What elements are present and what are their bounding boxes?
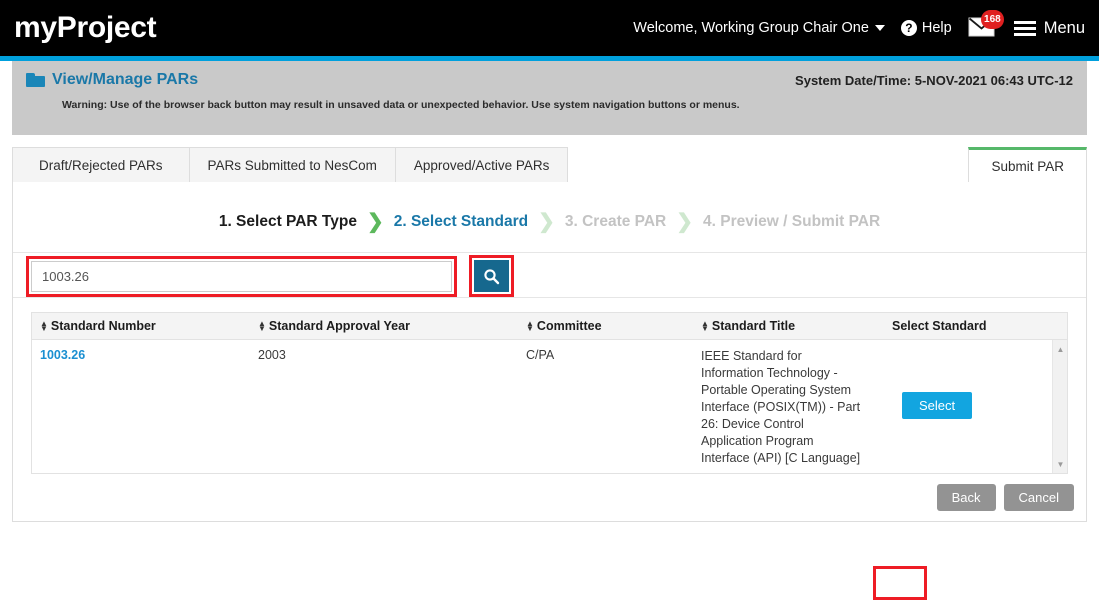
panel-footer: Back Cancel <box>936 484 1074 511</box>
cell-standard-title: IEEE Standard for Information Technology… <box>701 349 861 465</box>
tab-draft-rejected-pars[interactable]: Draft/Rejected PARs <box>12 147 189 183</box>
tab-label: Draft/Rejected PARs <box>39 157 163 173</box>
table-header-row: ▲ ▼ Standard Number ▲ ▼ Standard Approval … <box>31 312 1068 340</box>
tab-pars-submitted-to-nescom[interactable]: PARs Submitted to NesCom <box>188 147 395 183</box>
help-label: Help <box>921 20 952 36</box>
sort-icon: ▲ ▼ <box>40 319 48 333</box>
menu-label: Menu <box>1043 18 1085 37</box>
app-header: myProject Welcome, Working Group Chair O… <box>0 0 1099 56</box>
column-header-label: Standard Approval Year <box>268 319 410 333</box>
wizard-step-4: 4. Preview / Submit PAR <box>703 213 881 230</box>
wizard-step-2[interactable]: 2. Select Standard <box>394 213 528 231</box>
wizard-steps: 1. Select PAR Type ❯ 2. Select Standard … <box>13 212 1086 232</box>
chevron-right-icon: ❯ <box>538 211 555 233</box>
search-icon <box>484 268 500 284</box>
column-header-committee[interactable]: ▲ ▼ Committee <box>518 319 693 333</box>
column-header-standard-approval-year[interactable]: ▲ ▼ Standard Approval Year <box>250 319 518 333</box>
standards-table: ▲ ▼ Standard Number ▲ ▼ Standard Approval … <box>31 312 1068 474</box>
tab-approved-active-pars[interactable]: Approved/Active PARs <box>394 147 569 183</box>
search-input-value: 1003.26 <box>42 269 89 284</box>
question-circle-icon: ? <box>900 20 917 36</box>
column-header-label: Select Standard <box>892 319 987 333</box>
sort-icon: ▲ ▼ <box>526 319 534 333</box>
table-row: 1003.26 2003 C/PA IEEE Standard for Info… <box>32 340 1067 467</box>
tab-label: Approved/Active PARs <box>413 157 550 173</box>
search-button[interactable] <box>472 258 511 294</box>
table-scrollbar[interactable]: ▲ ▼ <box>1052 340 1067 473</box>
sort-icon: ▲ ▼ <box>258 319 266 333</box>
column-header-select-standard: Select Standard <box>884 319 1054 333</box>
sort-icon: ▲ ▼ <box>701 319 709 333</box>
column-header-label: Committee <box>536 319 602 333</box>
tab-bar: Draft/Rejected PARs PARs Submitted to Ne… <box>12 147 1087 183</box>
column-header-label: Standard Title <box>711 319 796 333</box>
chevron-right-icon: ❯ <box>366 211 384 233</box>
navigation-warning: Warning: Use of the browser back button … <box>62 99 740 111</box>
caret-up-icon[interactable]: ▲ <box>1053 342 1067 356</box>
tab-label: Submit PAR <box>991 159 1064 174</box>
cancel-button[interactable]: Cancel <box>1003 484 1074 511</box>
content-panel: 1. Select PAR Type ❯ 2. Select Standard … <box>12 182 1087 600</box>
select-button-highlight <box>873 566 927 600</box>
search-input[interactable]: 1003.26 <box>31 261 452 292</box>
page-title-label: View/Manage PARs <box>52 71 199 88</box>
wizard-step-1[interactable]: 1. Select PAR Type <box>219 213 357 231</box>
wizard-step-3: 3. Create PAR <box>564 213 667 230</box>
cell-committee: C/PA <box>526 348 555 362</box>
page-banner: View/Manage PARs System Date/Time: 5-NOV… <box>12 61 1087 135</box>
messages-button[interactable]: 168 <box>968 10 1004 40</box>
help-button[interactable]: ? Help <box>900 20 952 36</box>
app-logo[interactable]: myProject <box>14 13 157 43</box>
message-count-badge: 168 <box>981 10 1004 29</box>
hamburger-icon <box>1013 20 1036 36</box>
tab-label: PARs Submitted to NesCom <box>207 157 377 173</box>
chevron-down-icon <box>874 25 885 31</box>
chevron-right-icon: ❯ <box>676 211 694 233</box>
select-standard-button[interactable]: Select <box>902 392 973 419</box>
cell-select-standard: Select <box>884 348 1054 467</box>
back-button[interactable]: Back <box>936 484 996 511</box>
user-menu[interactable]: Welcome, Working Group Chair One <box>633 20 885 36</box>
column-header-standard-number[interactable]: ▲ ▼ Standard Number <box>32 319 250 333</box>
tab-submit-par[interactable]: Submit PAR <box>968 147 1087 183</box>
folder-icon <box>26 73 45 87</box>
header-actions: Welcome, Working Group Chair One ? Help … <box>633 10 1085 40</box>
search-row: 1003.26 <box>13 252 1086 298</box>
table-body: 1003.26 2003 C/PA IEEE Standard for Info… <box>31 340 1068 474</box>
system-datetime: System Date/Time: 5-NOV-2021 06:43 UTC-1… <box>795 73 1073 88</box>
user-menu-label: Welcome, Working Group Chair One <box>633 20 869 36</box>
cell-standard-number[interactable]: 1003.26 <box>32 348 250 467</box>
main-menu-button[interactable]: Menu <box>1013 18 1085 38</box>
cell-approval-year: 2003 <box>258 348 286 362</box>
page-title: View/Manage PARs <box>26 71 198 89</box>
tab-bar-filler <box>568 147 969 183</box>
column-header-standard-title[interactable]: ▲ ▼ Standard Title <box>693 319 884 333</box>
caret-down-icon[interactable]: ▼ <box>1053 457 1067 471</box>
column-header-label: Standard Number <box>50 319 156 333</box>
